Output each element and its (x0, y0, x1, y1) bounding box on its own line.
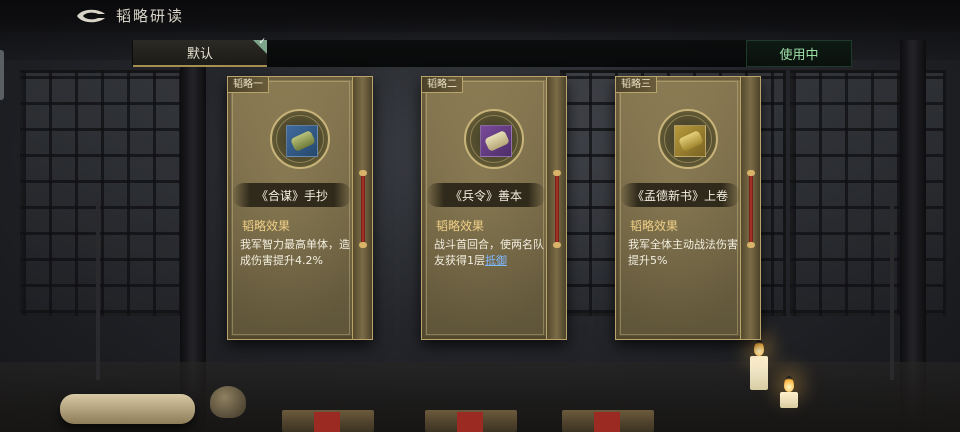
tab-default[interactable]: 默认 ✓ (133, 37, 267, 67)
effect-keyword-link[interactable]: 抵御 (485, 254, 507, 267)
spine-rod (747, 170, 755, 248)
back-arrow-icon (77, 9, 105, 23)
pillar-left (180, 40, 206, 432)
card-spine (546, 77, 566, 339)
lattice-window-right (790, 70, 946, 316)
card-spine (352, 77, 372, 339)
tab-default-label: 默认 (186, 47, 213, 62)
scroll-bundle-decoration (60, 394, 195, 424)
item-medallion (270, 109, 330, 169)
scroll-purple-icon (480, 125, 512, 157)
spine-rod (359, 170, 367, 248)
item-name: 《孟德新书》上卷 (620, 183, 740, 207)
candle-short (780, 392, 798, 408)
strategy-card-3[interactable]: 韬略三 《孟德新书》上卷 韬略效果 我军全体主动战法伤害提升5% (615, 76, 761, 340)
item-medallion (658, 109, 718, 169)
card-tag: 韬略一 (228, 77, 269, 93)
effect-label: 韬略效果 (436, 219, 485, 233)
lattice-window-left (20, 70, 206, 316)
candle-stand-right (890, 200, 894, 380)
spine-rod (553, 170, 561, 248)
page-title: 韬略研读 (116, 7, 185, 25)
card-tag: 韬略三 (616, 77, 657, 93)
effect-description: 我军智力最高单体，造成伤害提升4.2% (240, 238, 350, 267)
card-tag: 韬略二 (422, 77, 463, 93)
effect-label: 韬略效果 (242, 219, 291, 233)
side-drawer-handle[interactable] (0, 50, 4, 100)
effect-label: 韬略效果 (630, 219, 679, 233)
candle-tall (750, 356, 768, 390)
item-medallion (464, 109, 524, 169)
candle-flame (784, 376, 794, 392)
floor (0, 362, 960, 432)
desk-book (562, 410, 654, 432)
in-use-button[interactable]: 使用中 (746, 40, 852, 67)
candle-flame (754, 340, 764, 356)
effect-description: 我军全体主动战法伤害提升5% (628, 238, 738, 267)
scroll-bundle-gold-icon (674, 125, 706, 157)
desk-book (425, 410, 517, 432)
strategy-card-1[interactable]: 韬略一 《合谋》手抄 韬略效果 我军智力最高单体，造成伤害提升4.2% (227, 76, 373, 340)
back-button[interactable] (74, 6, 108, 26)
item-name: 《合谋》手抄 (232, 183, 352, 207)
card-spine (740, 77, 760, 339)
strategy-card-2[interactable]: 韬略二 《兵令》善本 韬略效果 战斗首回合，使两名队友获得1层抵御 (421, 76, 567, 340)
incense-burner (210, 386, 246, 418)
pillar-right (900, 40, 926, 432)
checkmark-icon: ✓ (258, 37, 266, 47)
item-name: 《兵令》善本 (426, 183, 546, 207)
desk-book (282, 410, 374, 432)
scroll-bundle-blue-icon (286, 125, 318, 157)
effect-description: 战斗首回合，使两名队友获得1层抵御 (434, 237, 544, 269)
candle-stand-left (96, 200, 100, 380)
